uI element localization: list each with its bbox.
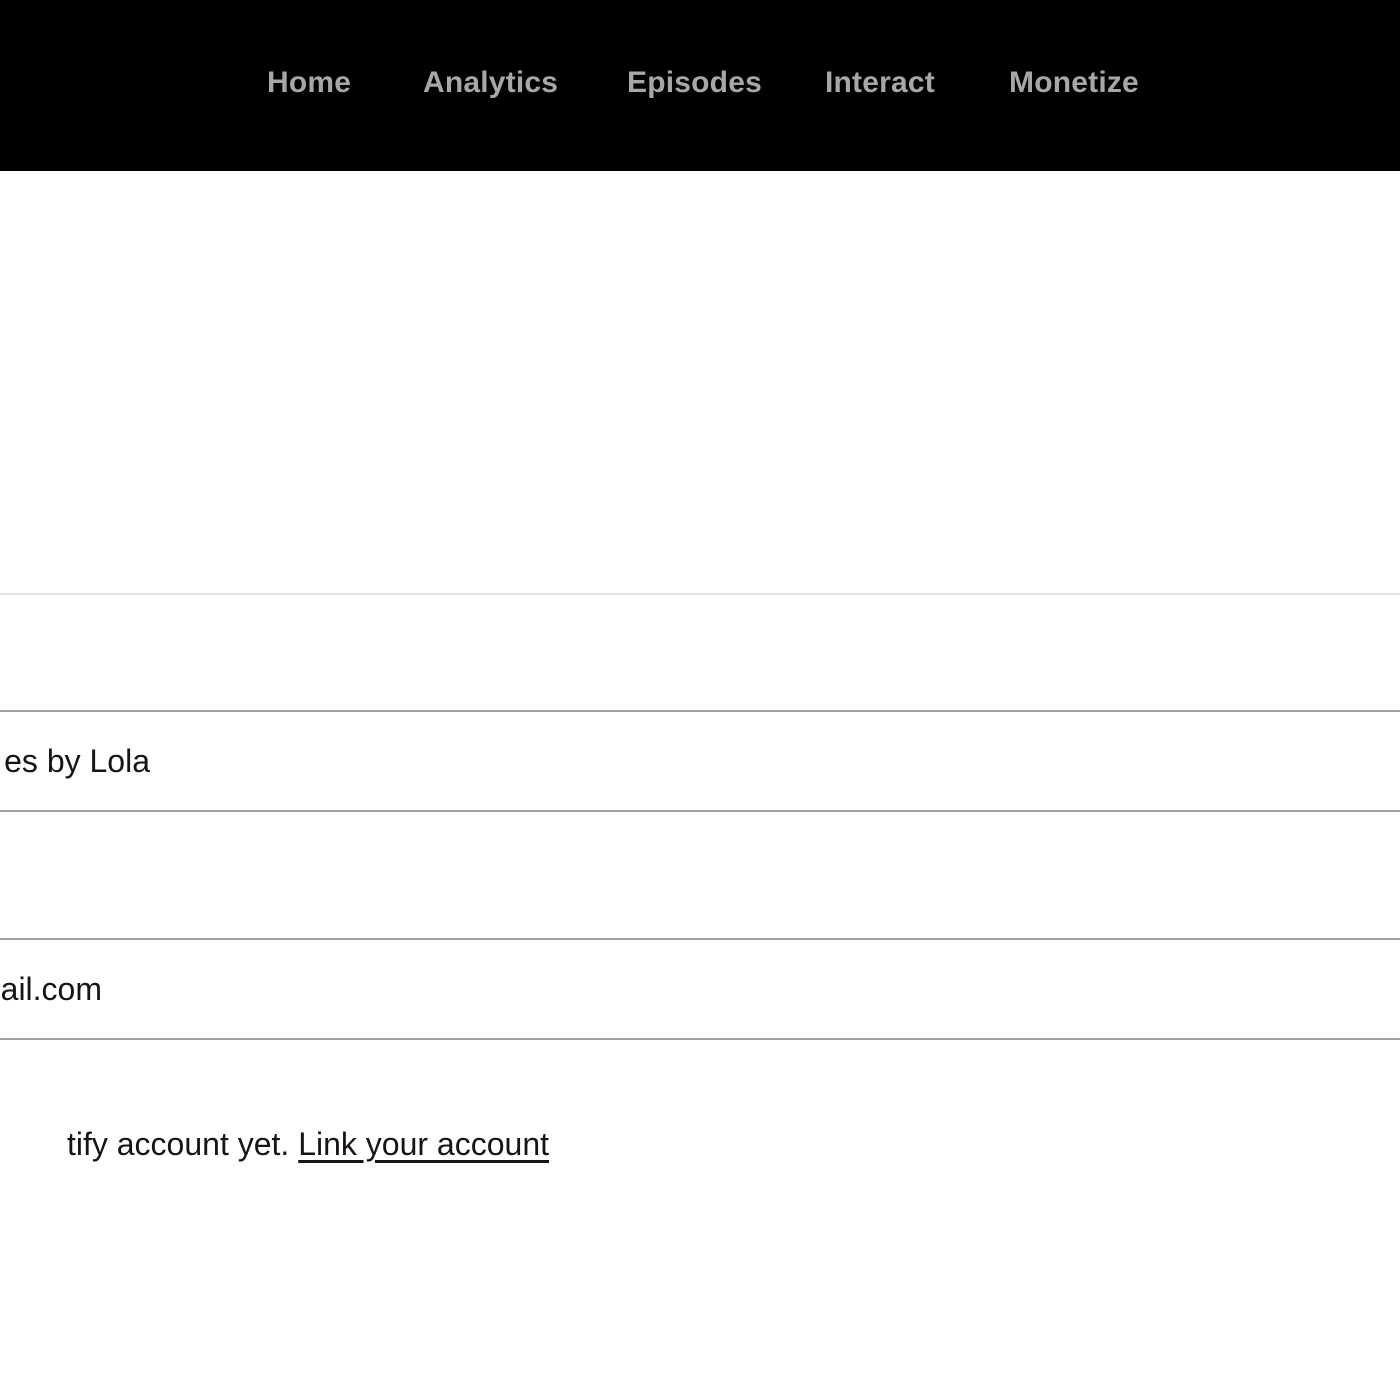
- spotify-account-notice: tify account yet. Link your account: [67, 1124, 549, 1164]
- spotify-account-notice-text: tify account yet.: [66, 1126, 299, 1162]
- nav-item-episodes[interactable]: Episodes: [627, 66, 762, 100]
- nav-item-interact[interactable]: Interact: [825, 66, 935, 100]
- top-navigation-bar: Home Analytics Episodes Interact Monetiz…: [0, 0, 1400, 171]
- nav-item-analytics[interactable]: Analytics: [423, 66, 558, 100]
- settings-content: : es by Lola ail.com: [0, 171, 1400, 1400]
- nav-item-home[interactable]: Home: [267, 66, 351, 100]
- email-field[interactable]: ail.com: [0, 938, 1400, 1040]
- podcast-name-value: es by Lola: [4, 743, 150, 779]
- podcast-name-field[interactable]: es by Lola: [0, 710, 1400, 812]
- link-account-link[interactable]: Link your account: [298, 1126, 549, 1162]
- email-value: ail.com: [0, 971, 102, 1007]
- section-divider: [0, 593, 1400, 595]
- nav-item-monetize[interactable]: Monetize: [1009, 66, 1139, 100]
